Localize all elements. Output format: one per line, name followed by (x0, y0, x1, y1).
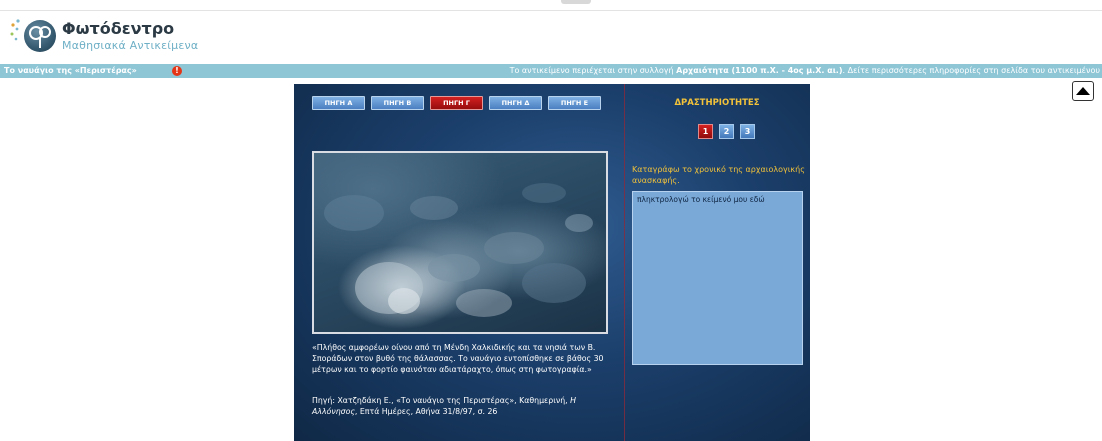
collection-link[interactable]: Αρχαιότητα (1100 π.Χ. - 4ος μ.Χ. αι.) (676, 66, 842, 75)
learning-object-panel: ΠΗΓΗ Α ΠΗΓΗ Β ΠΗΓΗ Γ ΠΗΓΗ Δ ΠΗΓΗ Ε «Πλήθ… (294, 84, 810, 441)
shipwreck-photo (312, 151, 608, 334)
tab-source-d[interactable]: ΠΗΓΗ Δ (489, 96, 542, 110)
collection-suffix[interactable]: . Δείτε περισσότερες πληροφορίες στη σελ… (843, 66, 1100, 75)
activities-title: ΔΡΑΣΤΗΡΙΟΤΗΤΕΣ (674, 98, 760, 108)
photo-caption: «Πλήθος αμφορέων οίνου από τη Μένδη Χαλκ… (312, 343, 604, 374)
collection-prefix: Το αντικείμενο περιέχεται στην συλλογή (509, 66, 677, 75)
panel-divider (624, 84, 625, 441)
tab-source-e[interactable]: ΠΗΓΗ Ε (548, 96, 601, 110)
activity-2-button[interactable]: 2 (719, 124, 734, 139)
object-title: Το ναυάγιο της «Περιστέρας» (4, 66, 137, 75)
logo-icon (8, 16, 58, 56)
source-suffix: , Επτά Ημέρες, Αθήνα 31/8/97, σ. 26 (354, 407, 498, 416)
answer-text-area[interactable] (632, 191, 803, 365)
tab-source-b[interactable]: ΠΗΓΗ Β (371, 96, 424, 110)
collection-info: Το αντικείμενο περιέχεται στην συλλογή Α… (510, 64, 1100, 78)
logo-title: Φωτόδεντρο (62, 19, 175, 38)
object-info-bar: Το ναυάγιο της «Περιστέρας» ! Το αντικεί… (0, 64, 1102, 78)
activity-prompt: Καταγράφω το χρονικό της αρχαιολογικής α… (632, 165, 805, 185)
activity-3-button[interactable]: 3 (740, 124, 755, 139)
top-divider (0, 10, 1102, 11)
tab-source-c[interactable]: ΠΗΓΗ Γ (430, 96, 483, 110)
activity-1-button[interactable]: 1 (698, 124, 713, 139)
arrow-up-icon (1076, 87, 1090, 95)
tab-source-a[interactable]: ΠΗΓΗ Α (312, 96, 365, 110)
activity-selector: 1 2 3 (698, 124, 755, 139)
photo-source: Πηγή: Χατζηδάκη Ε., «Το ναυάγιο της Περι… (312, 395, 622, 417)
scroll-to-top-button[interactable] (1072, 81, 1094, 101)
logo-subtitle: Μαθησιακά Αντικείμενα (62, 39, 199, 52)
source-prefix: Πηγή: Χατζηδάκη Ε., «Το ναυάγιο της Περι… (312, 396, 571, 405)
exclamation-circle-icon[interactable]: ! (172, 66, 182, 76)
top-decoration (561, 0, 591, 4)
site-logo[interactable]: Φωτόδεντρο Μαθησιακά Αντικείμενα (8, 16, 198, 56)
source-tabs: ΠΗΓΗ Α ΠΗΓΗ Β ΠΗΓΗ Γ ΠΗΓΗ Δ ΠΗΓΗ Ε (312, 96, 601, 110)
